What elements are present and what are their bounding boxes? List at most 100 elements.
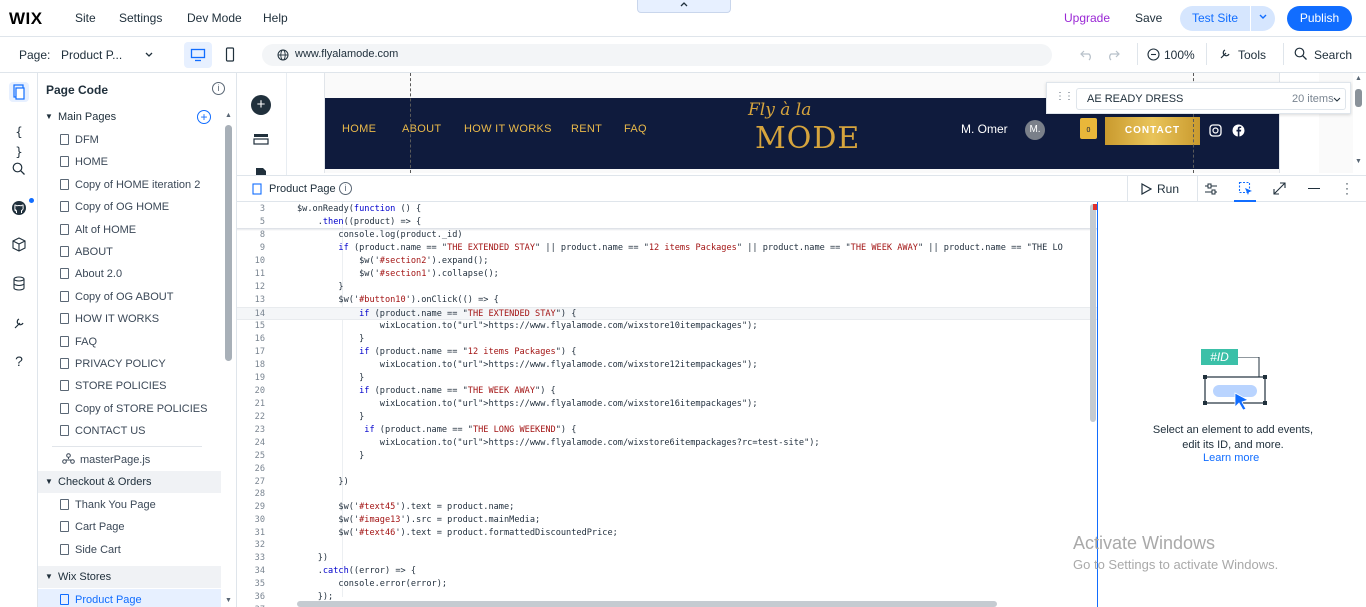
code-line[interactable]: 22 } [237,411,1097,424]
publish-button[interactable]: Publish [1287,6,1352,31]
avatar[interactable]: M. [1025,120,1045,140]
mobile-view-button[interactable] [216,42,244,68]
info-icon[interactable]: i [339,182,352,195]
nav-rent[interactable]: RENT [571,123,602,135]
zoom-level[interactable]: 100% [1164,48,1195,62]
page-item[interactable]: PRIVACY POLICY [60,358,166,370]
search-icon[interactable] [1294,47,1308,61]
page-item[interactable]: ABOUT [60,246,113,258]
canvas-scrollbar[interactable]: ▲ ▼ [1353,73,1366,173]
code-line[interactable]: 11 $w('#section1').collapse(); [237,268,1097,281]
code-line[interactable]: 10 $w('#section2').expand(); [237,255,1097,268]
page-item[interactable]: About 2.0 [60,268,122,280]
test-site-dropdown[interactable] [1251,6,1275,31]
search-button[interactable]: Search [1314,48,1352,62]
run-button[interactable]: Run [1157,182,1179,196]
code-line[interactable]: 19 } [237,372,1097,385]
code-line[interactable]: 13 $w('#button10').onClick(() => { [237,294,1097,307]
code-files-icon[interactable]: { } [9,122,29,159]
page-item[interactable]: Copy of OG ABOUT [60,291,173,303]
nav-about[interactable]: ABOUT [402,123,441,135]
menu-dev-mode[interactable]: Dev Mode [187,11,242,25]
learn-more-link[interactable]: Learn more [1203,452,1259,464]
product-selector-popup[interactable]: ⋮⋮ AE READY DRESS 20 items [1046,82,1351,114]
facebook-icon[interactable] [1232,124,1245,137]
save-button[interactable]: Save [1135,11,1162,25]
page-item[interactable]: Copy of OG HOME [60,201,169,213]
user-name[interactable]: M. Omer [961,122,1008,136]
code-line[interactable]: 12 } [237,281,1097,294]
developer-tools-icon[interactable] [9,313,29,333]
database-icon[interactable] [9,274,29,294]
code-line[interactable]: 17 if (product.name == "12 items Package… [237,346,1097,359]
desktop-view-button[interactable] [184,42,212,68]
code-line[interactable]: 29 $w('#text45').text = product.name; [237,501,1097,514]
github-icon[interactable] [9,198,29,218]
cart-icon[interactable]: 0 [1080,118,1097,139]
more-options-icon[interactable]: · · · [1345,177,1349,199]
code-editor[interactable]: 3 $w.onReady(function () {5 .then((produc… [237,202,1097,607]
page-item[interactable]: Copy of STORE POLICIES [60,403,207,415]
page-item[interactable]: CONTACT US [60,425,146,437]
code-line[interactable]: 25 } [237,450,1097,463]
section-checkout-orders[interactable]: ▼ Checkout & Orders [38,471,221,493]
code-line[interactable]: 34 .catch((error) => { [237,565,1097,578]
wix-logo[interactable]: WIX [9,9,43,29]
code-tab-title[interactable]: Product Page [269,183,336,195]
product-dropdown[interactable]: AE READY DRESS 20 items [1076,88,1346,110]
run-icon[interactable] [1140,183,1152,195]
page-item[interactable]: HOME [60,156,108,168]
element-select-icon[interactable] [1238,181,1254,197]
page-item[interactable]: Cart Page [60,521,125,533]
contact-button[interactable]: CONTACT [1105,117,1200,145]
undo-icon[interactable] [1080,48,1094,61]
code-line[interactable]: 21 wixLocation.to("url">https://www.flya… [237,398,1097,411]
panel-scrollbar[interactable]: ▲ ▼ [224,109,233,607]
nav-faq[interactable]: FAQ [624,123,647,135]
page-item[interactable]: DFM [60,134,99,146]
properties-icon[interactable] [1204,182,1218,196]
code-vertical-scrollbar[interactable] [1090,204,1096,422]
code-line[interactable]: 3 $w.onReady(function () { [237,203,1097,216]
url-bar[interactable]: www.flyalamode.com [262,44,1052,66]
code-line[interactable]: 15 wixLocation.to("url">https://www.flya… [237,320,1097,333]
add-page-button[interactable]: + [197,110,211,124]
page-item-selected[interactable]: Product Page [60,594,142,606]
page-item[interactable]: Alt of HOME [60,224,136,236]
upgrade-button[interactable]: Upgrade [1064,11,1110,25]
master-page-file[interactable]: masterPage.js [62,453,150,466]
sections-icon[interactable] [253,133,269,147]
code-line[interactable]: 28 [237,488,1097,501]
code-line[interactable]: 24 wixLocation.to("url">https://www.flya… [237,437,1097,450]
menu-settings[interactable]: Settings [119,11,162,25]
test-site-button[interactable]: Test Site [1180,6,1250,31]
code-line[interactable]: 30 $w('#image13').src = product.mainMedi… [237,514,1097,527]
add-element-button[interactable]: + [251,95,271,115]
code-line[interactable]: 20 if (product.name == "THE WEEK AWAY") … [237,385,1097,398]
page-item[interactable]: Side Cart [60,544,121,556]
menu-help[interactable]: Help [263,11,288,25]
code-horizontal-scrollbar[interactable] [297,601,997,607]
page-selector[interactable]: Product P... [61,48,122,62]
tools-button[interactable]: Tools [1238,48,1266,62]
code-line[interactable]: 32 [237,539,1097,552]
help-icon[interactable]: ? [9,351,29,371]
code-line[interactable]: 9 if (product.name == "THE EXTENDED STAY… [237,242,1097,255]
code-line[interactable]: 23 if (product.name == "THE LONG WEEKEND… [237,424,1097,437]
page-item[interactable]: Thank You Page [60,499,156,511]
collapse-toolbar-button[interactable] [637,0,731,13]
code-line[interactable]: 16 } [237,333,1097,346]
page-code-icon[interactable] [9,82,29,102]
section-main-pages[interactable]: ▼ Main Pages [38,106,221,128]
search-code-icon[interactable] [9,159,29,179]
menu-site[interactable]: Site [75,11,96,25]
section-wix-stores[interactable]: ▼ Wix Stores [38,566,221,588]
code-line[interactable]: 35 console.error(error); [237,578,1097,591]
code-line[interactable]: 18 wixLocation.to("url">https://www.flya… [237,359,1097,372]
expand-icon[interactable] [1273,182,1286,195]
tools-icon[interactable] [1218,47,1232,61]
page-item[interactable]: STORE POLICIES [60,380,167,392]
page-item[interactable]: HOW IT WORKS [60,313,159,325]
code-line[interactable]: 33 }) [237,552,1097,565]
nav-how-it-works[interactable]: HOW IT WORKS [464,123,552,135]
